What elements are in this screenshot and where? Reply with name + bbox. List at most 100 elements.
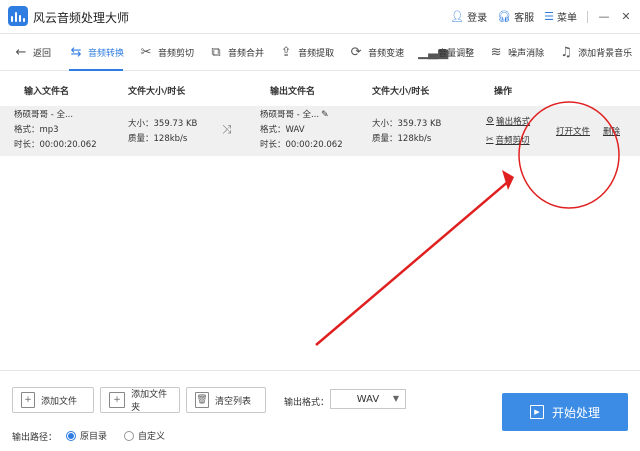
menu-label: 菜单 <box>557 13 577 24</box>
output-size-info: 大小：359.73 KB 质量：128kb/s <box>372 117 441 147</box>
radio-dot <box>124 430 134 441</box>
output-format-label: 输出格式 <box>496 117 531 127</box>
tab-label: 音频合并 <box>228 49 265 59</box>
minimize-button[interactable]: — <box>598 10 610 23</box>
help-button[interactable]: 🎧︎ 客服 <box>497 9 534 24</box>
output-file-duration: 时长：00:00:20.062 <box>260 140 343 150</box>
header-input-size: 文件大小/时长 <box>128 87 186 97</box>
merge-icon: ⧉ <box>211 45 221 60</box>
menu-button[interactable]: ☰ 菜单 <box>544 9 577 24</box>
output-format-link[interactable]: ⚙ 输出格式 <box>486 115 530 127</box>
output-format-value: WAV <box>356 393 380 405</box>
edit-pencil-icon[interactable]: ✎ <box>321 108 329 123</box>
title-bar: 风云音频处理大师 👤︎ 登录 🎧︎ 客服 ☰ 菜单 — ✕ <box>0 0 640 34</box>
radio-custom-dir[interactable]: 自定义 <box>124 429 165 442</box>
login-label: 登录 <box>467 13 488 24</box>
radio-label: 原目录 <box>80 432 108 442</box>
tab-label: 音量调整 <box>438 49 475 59</box>
tab-audio-speed[interactable]: ⟳ 音频变速 <box>341 35 411 71</box>
open-file-link[interactable]: 打开文件 <box>556 125 590 137</box>
tab-audio-merge[interactable]: ⧉ 音频合并 <box>201 35 271 71</box>
output-file-name: 杨硕哥哥 - 全... <box>260 110 320 120</box>
folder-icon: + <box>109 392 126 408</box>
feature-toolbar: ← 返回 ⇆ 音频转换 ✂ 音频剪切 ⧉ 音频合并 ⇪ 音频提取 ⟳ 音频变速 … <box>0 35 640 71</box>
chevron-down-icon: ▼ <box>392 394 399 403</box>
tab-noise-removal[interactable]: ≋ 噪声消除 <box>481 35 551 71</box>
tab-label: 音频转换 <box>88 49 125 59</box>
back-button[interactable]: ← 返回 <box>6 35 61 71</box>
settings-icon: ⚙ <box>486 116 495 126</box>
speed-icon: ⟳ <box>350 45 362 60</box>
audio-cut-link[interactable]: ✂ 音频剪切 <box>486 134 530 146</box>
start-process-button[interactable]: ▶ 开始处理 <box>502 393 628 431</box>
convert-icon: ⇆ <box>70 45 82 60</box>
tab-label: 音频提取 <box>298 49 335 59</box>
output-path-label: 输出路径： <box>12 433 58 443</box>
music-icon: ♫ <box>560 45 572 60</box>
scissors-icon: ✂ <box>140 45 152 60</box>
input-file-format: 格式：mp3 <box>14 125 59 135</box>
input-file-name: 杨硕哥哥 - 全... <box>14 110 74 120</box>
radio-dot <box>66 430 76 441</box>
trash-icon: 🗑︎ <box>195 392 209 408</box>
output-format-select[interactable]: WAV ▼ <box>330 389 406 409</box>
radio-original-dir[interactable]: 原目录 <box>66 429 107 442</box>
help-label: 客服 <box>514 13 535 24</box>
input-file-size: 大小：359.73 KB <box>128 119 198 129</box>
scissors-icon: ✂ <box>486 135 494 145</box>
output-format-label: 输出格式： <box>284 398 330 408</box>
menu-icon: ☰ <box>544 10 554 23</box>
login-button[interactable]: 👤︎ 登录 <box>450 9 487 24</box>
clear-list-button[interactable]: 🗑︎ 清空列表 <box>186 387 266 413</box>
header-output-size: 文件大小/时长 <box>372 87 430 97</box>
tab-volume-adjust[interactable]: ▁▃▅ 音量调整 <box>411 35 481 71</box>
annotation-arrow-shaft <box>315 179 511 346</box>
add-folder-button[interactable]: + 添加文件夹 <box>100 387 180 413</box>
arrow-left-icon: ← <box>15 45 27 60</box>
tab-label: 噪声消除 <box>508 49 545 59</box>
file-icon: + <box>21 392 35 408</box>
audio-cut-label: 音频剪切 <box>495 136 530 146</box>
convert-arrows-icon: ⤨ <box>222 122 232 136</box>
output-file-format: 格式：WAV <box>260 125 305 135</box>
back-label: 返回 <box>33 49 52 59</box>
input-file-quality: 质量：128kb/s <box>128 134 188 144</box>
delete-link[interactable]: 删除 <box>603 125 620 137</box>
app-logo-icon <box>8 6 28 26</box>
table-row[interactable]: 杨硕哥哥 - 全... 格式：mp3 时长：00:00:20.062 大小：35… <box>0 106 640 156</box>
tab-label: 音频变速 <box>368 49 405 59</box>
tab-label: 添加背景音乐 <box>578 49 633 59</box>
input-file-duration: 时长：00:00:20.062 <box>14 140 97 150</box>
play-icon: ▶ <box>529 405 544 419</box>
tab-audio-convert[interactable]: ⇆ 音频转换 <box>61 35 131 71</box>
header-ops: 操作 <box>494 87 513 97</box>
input-file-info: 杨硕哥哥 - 全... 格式：mp3 时长：00:00:20.062 <box>14 108 97 153</box>
output-file-size: 大小：359.73 KB <box>372 119 442 129</box>
bottom-panel: + 添加文件 + 添加文件夹 🗑︎ 清空列表 输出格式： WAV ▼ ▶ 开始处… <box>0 370 640 451</box>
app-title: 风云音频处理大师 <box>33 11 130 25</box>
add-file-label: 添加文件 <box>41 396 78 407</box>
tab-audio-extract[interactable]: ⇪ 音频提取 <box>271 35 341 71</box>
start-label: 开始处理 <box>551 405 600 420</box>
header-output-name: 输出文件名 <box>270 87 316 97</box>
volume-icon: ▁▃▅ <box>418 45 449 60</box>
table-header: 输入文件名 文件大小/时长 输出文件名 文件大小/时长 操作 <box>0 72 640 106</box>
extract-icon: ⇪ <box>280 45 292 60</box>
headset-icon: 🎧︎ <box>497 10 512 23</box>
user-icon: 👤︎ <box>450 10 465 23</box>
close-button[interactable]: ✕ <box>620 10 632 23</box>
output-file-info: 杨硕哥哥 - 全... ✎ 格式：WAV 时长：00:00:20.062 <box>260 108 343 153</box>
add-file-button[interactable]: + 添加文件 <box>12 387 94 413</box>
input-size-info: 大小：359.73 KB 质量：128kb/s <box>128 117 197 147</box>
noise-icon: ≋ <box>490 45 502 60</box>
tab-label: 音频剪切 <box>158 49 195 59</box>
radio-label: 自定义 <box>138 432 166 442</box>
add-folder-label: 添加文件夹 <box>131 390 168 413</box>
header-input-name: 输入文件名 <box>24 87 70 97</box>
tab-audio-cut[interactable]: ✂ 音频剪切 <box>131 35 201 71</box>
title-divider <box>587 10 588 23</box>
output-file-quality: 质量：128kb/s <box>372 134 432 144</box>
tab-add-bgm[interactable]: ♫ 添加背景音乐 <box>551 35 639 71</box>
annotation-arrow-head <box>502 170 514 190</box>
clear-list-label: 清空列表 <box>215 396 252 407</box>
